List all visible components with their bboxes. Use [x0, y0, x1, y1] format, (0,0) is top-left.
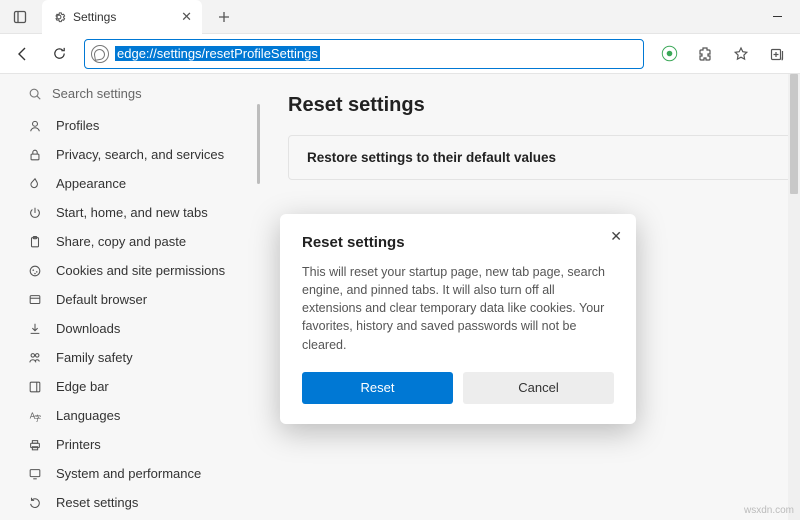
reset-settings-dialog: ✕ Reset settings This will reset your st…	[280, 214, 636, 424]
modal-overlay: ✕ Reset settings This will reset your st…	[0, 0, 800, 520]
dialog-close-button[interactable]: ✕	[610, 228, 622, 245]
reset-button[interactable]: Reset	[302, 372, 453, 404]
cancel-button[interactable]: Cancel	[463, 372, 614, 404]
dialog-title: Reset settings	[302, 234, 614, 251]
watermark: wsxdn.com	[744, 505, 794, 516]
dialog-body: This will reset your startup page, new t…	[302, 263, 614, 354]
